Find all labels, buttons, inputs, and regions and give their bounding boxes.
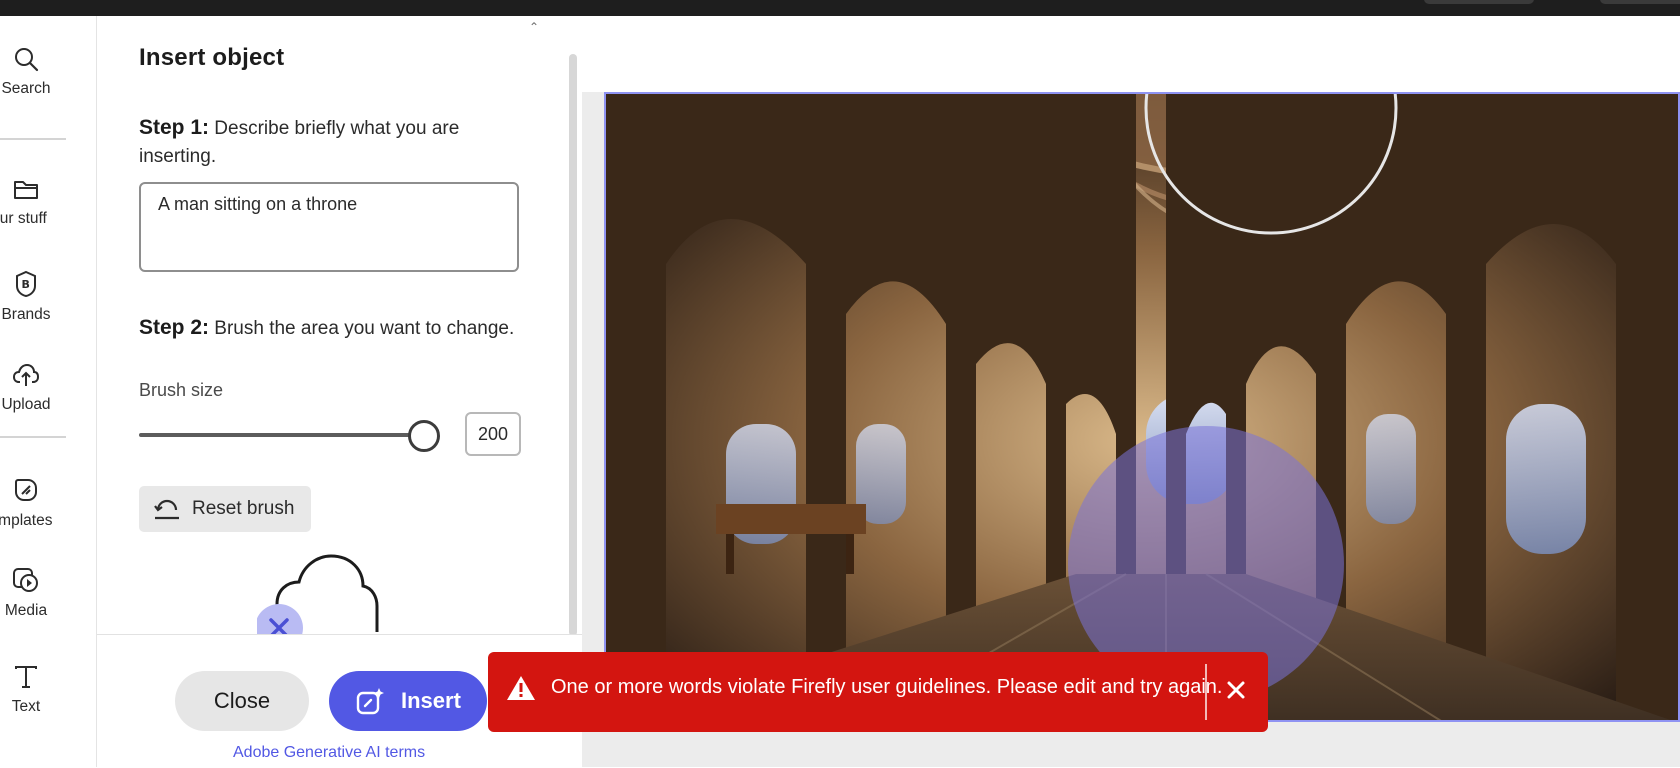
insert-label: Insert [401,688,461,713]
templates-icon [15,479,37,501]
rail-divider [0,436,66,438]
step2-text: Brush the area you want to change. [209,318,515,339]
rail-item-label: Upload [1,396,51,413]
step1-prefix: Step 1: [139,116,210,139]
close-button[interactable]: Close [175,671,309,731]
insert-button[interactable]: Insert [329,671,487,731]
step2-prefix: Step 2: [139,316,210,339]
rail-item-label: Brands [1,306,51,323]
close-icon[interactable] [1224,678,1248,702]
reset-brush-button[interactable]: Reset brush [139,486,311,532]
rail-item-text[interactable]: Text [0,664,59,716]
text-icon [15,666,37,688]
ai-terms-link[interactable]: Adobe Generative AI terms [233,744,425,762]
reset-icon [154,499,179,520]
brush-size-slider-track[interactable] [139,433,423,437]
reset-brush-label: Reset brush [192,498,295,519]
cloud-error-icon [255,554,379,652]
brush-size-slider-thumb[interactable] [408,420,440,452]
rail-item-label: Search [1,80,51,97]
cathedral-image[interactable] [604,92,1680,722]
top-bar-pill [1424,0,1534,4]
rail-item-templates[interactable]: emplates [0,476,59,530]
folder-icon [14,181,38,199]
step2-instruction: Step 2: Brush the area you want to chang… [139,316,514,340]
rail-divider [0,138,66,140]
cathedral-illustration [606,94,1678,720]
upload-icon [12,363,40,386]
media-icon [13,568,38,592]
cloud-illustration [255,552,397,652]
rail-item-brands[interactable]: B Brands [0,270,59,324]
brand-icon: B [16,270,36,298]
canvas-toolbar [582,16,1680,92]
warning-icon [507,676,535,700]
search-icon [15,48,39,72]
top-bar [0,0,1680,16]
rail-item-label: our stuff [0,210,47,227]
brush-size-value-field[interactable]: 200 [465,412,521,456]
rail-item-media[interactable]: Media [0,566,59,620]
error-toast: One or more words violate Firefly user g… [488,652,1268,732]
toast-divider [1205,664,1207,720]
rail-item-upload[interactable]: Upload [0,362,59,414]
prompt-input[interactable]: A man sitting on a throne [139,182,519,272]
panel-scrollbar[interactable] [569,54,577,636]
rail-item-label: Text [11,698,41,715]
rail-item-your-stuff[interactable]: our stuff [0,176,59,228]
top-bar-pill [1600,0,1680,4]
rail-item-label: Media [4,602,48,619]
left-rail: Search our stuff B Brands Upload emplate… [0,16,84,767]
svg-text:B: B [22,278,30,291]
rail-item-label: emplates [0,512,53,529]
generative-fill-icon [356,688,384,715]
error-message: One or more words violate Firefly user g… [551,676,1223,698]
brush-size-label: Brush size [139,380,224,400]
chevron-up-icon[interactable]: ⌃ [529,20,539,34]
panel-title: Insert object [139,44,285,71]
rail-item-search[interactable]: Search [0,46,59,98]
step1-instruction: Step 1: Describe briefly what you are in… [139,114,479,171]
